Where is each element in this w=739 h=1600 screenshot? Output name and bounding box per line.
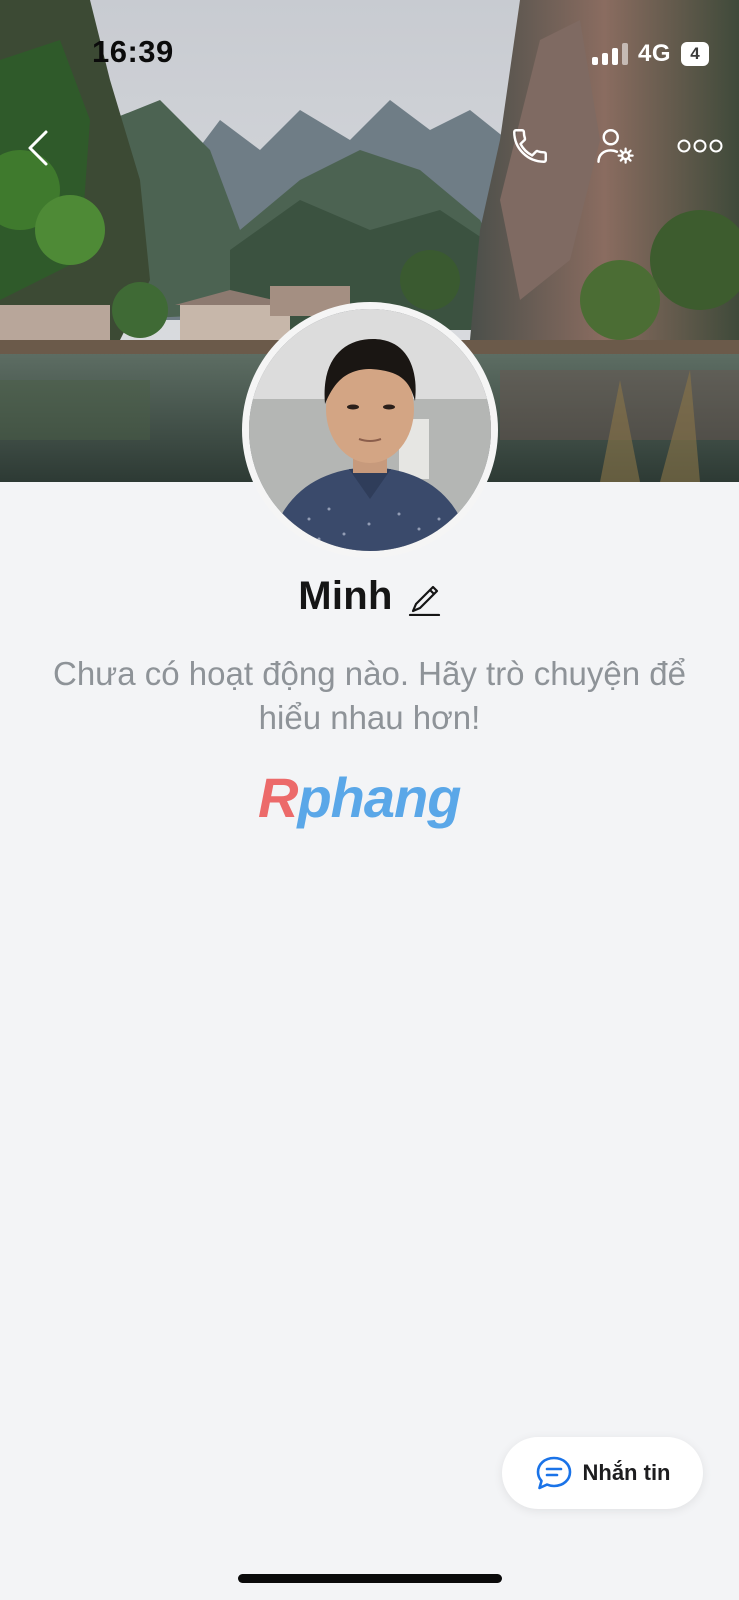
- pencil-icon: [408, 585, 440, 616]
- more-dots-icon: [677, 139, 723, 153]
- network-type: 4G: [637, 40, 671, 67]
- edit-name-button[interactable]: [407, 578, 441, 616]
- signal-icon: [591, 43, 628, 65]
- user-settings-button[interactable]: [588, 118, 644, 174]
- chevron-left-icon: [28, 130, 48, 166]
- status-bar: 16:39 4G 4: [0, 0, 739, 110]
- empty-activity-message: Chưa có hoạt động nào. Hãy trò chuyện để…: [52, 655, 686, 736]
- battery-icon: 4: [681, 42, 709, 66]
- send-message-button[interactable]: Nhắn tin: [502, 1437, 703, 1509]
- profile-page: 16:39 4G 4 Minh Chưa có hoạt động nào. H…: [0, 0, 739, 1600]
- avatar[interactable]: [242, 302, 498, 558]
- send-message-label: Nhắn tin: [582, 1460, 671, 1485]
- watermark-rest: phang: [297, 766, 461, 829]
- battery-level: 4: [690, 44, 700, 63]
- profile-name-row: Minh: [0, 574, 739, 619]
- phone-icon: [513, 129, 547, 163]
- more-button[interactable]: [668, 118, 732, 174]
- call-button[interactable]: [502, 118, 558, 174]
- profile-name: Minh: [298, 574, 393, 618]
- chat-bubble-icon: [536, 1456, 571, 1490]
- watermark-first: R: [258, 766, 298, 829]
- watermark-logo: Rphang: [258, 768, 482, 828]
- status-indicators: 4G 4: [591, 40, 709, 68]
- back-button[interactable]: [10, 120, 66, 176]
- home-indicator[interactable]: [238, 1574, 502, 1583]
- user-settings-icon: [597, 129, 634, 164]
- status-time: 16:39: [92, 34, 174, 69]
